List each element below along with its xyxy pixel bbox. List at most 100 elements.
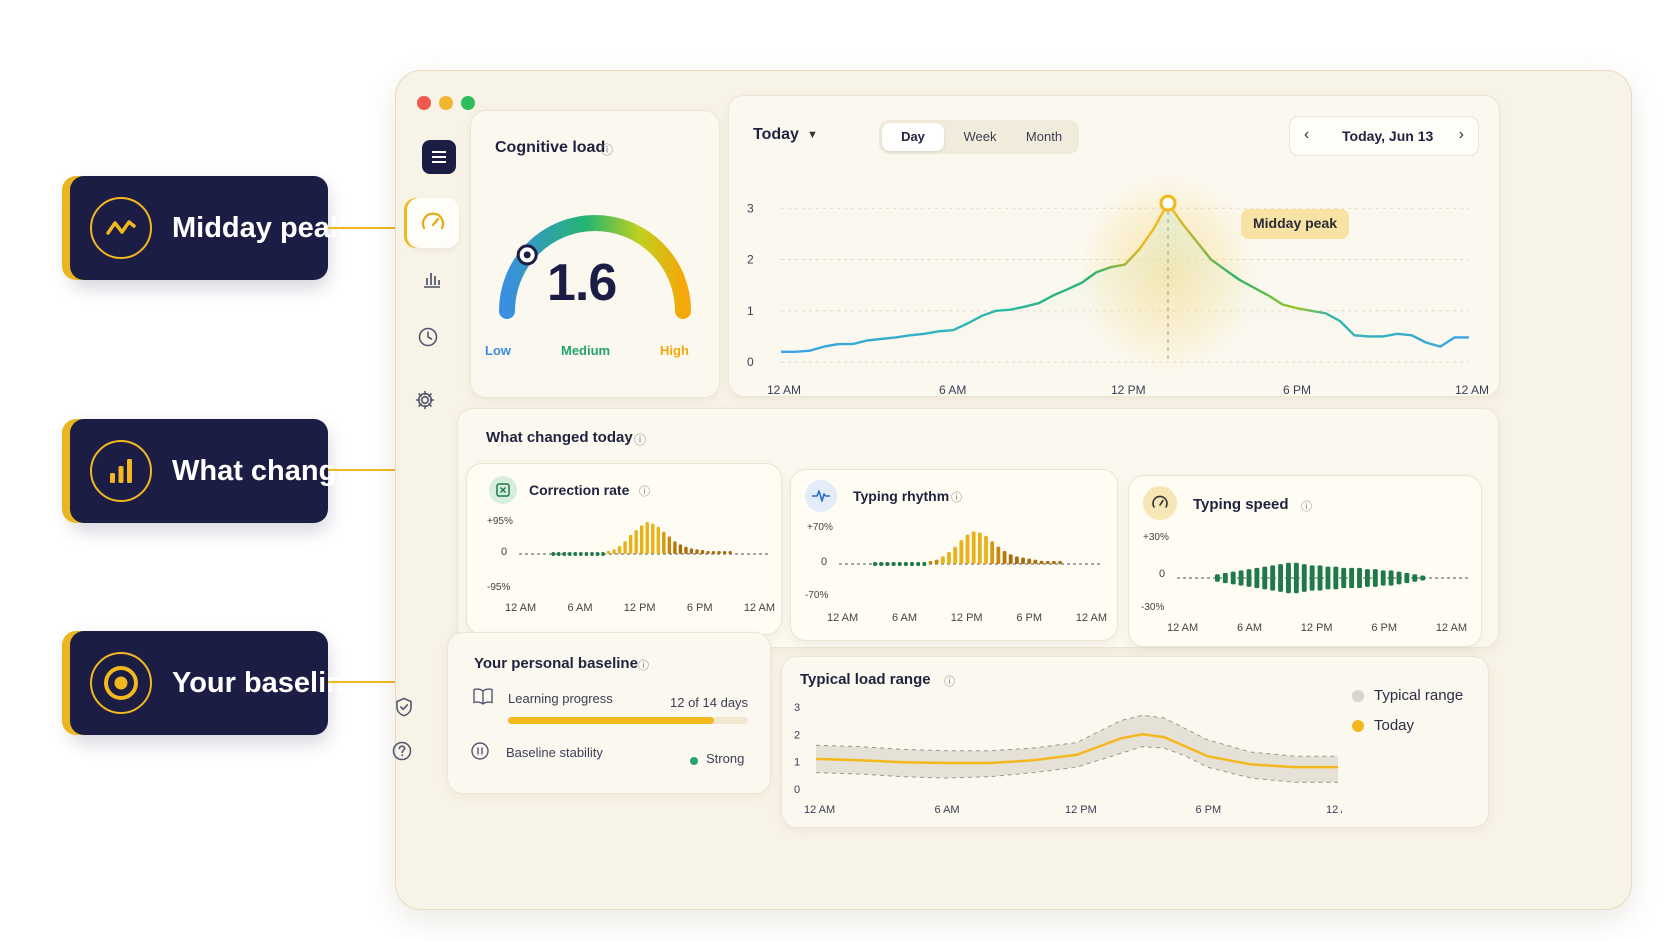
date-navigator: ‹ Today, Jun 13 ›: [1289, 116, 1479, 156]
bar: [879, 562, 884, 566]
legend-typical: Typical range: [1352, 687, 1463, 704]
segment-month[interactable]: Month: [1013, 123, 1075, 151]
y-tick-label: 1: [794, 757, 800, 769]
chevron-right-icon[interactable]: ›: [1459, 126, 1464, 144]
baseline-panel: Your personal baseline ⓘ Learning progre…: [447, 632, 771, 794]
segment-day[interactable]: Day: [882, 123, 944, 151]
cognitive-load-panel: Cognitive load ⓘ 1.6 Low Medium High: [470, 110, 720, 398]
window-minimize-button[interactable]: [439, 96, 453, 110]
x-tick-label: 6 AM: [939, 383, 966, 396]
bar: [1222, 572, 1228, 584]
segment-week[interactable]: Week: [949, 123, 1011, 151]
y-mid-label: 0: [821, 556, 828, 568]
bar: [617, 546, 622, 554]
cognitive-load-title: Cognitive load: [495, 139, 606, 156]
typing-rhythm-card: Typing rhythm ⓘ +70% 0 -70% 12 AM 6 AM 1…: [790, 469, 1118, 641]
bar: [953, 546, 958, 564]
bar-chart-icon[interactable]: [417, 264, 447, 294]
menu-icon[interactable]: [422, 140, 456, 174]
typical-range-chart: 0 1 2 3 12 AM 6 AM 12 PM 6 PM 12 AM: [794, 702, 1342, 816]
bar: [903, 562, 908, 566]
speed-gauge-icon: [1143, 486, 1177, 520]
info-icon[interactable]: ⓘ: [638, 657, 649, 673]
bar: [656, 526, 661, 554]
gauge-icon[interactable]: [407, 198, 459, 248]
y-tick-label: 0: [747, 355, 754, 369]
bar: [1420, 575, 1426, 581]
bar: [1270, 565, 1276, 591]
typing-speed-card: Typing speed ⓘ +30% 0 -30% 12 AM 6 AM 12…: [1128, 475, 1482, 647]
x-tick-label: 12 AM: [767, 383, 801, 396]
learning-progress-value: 12 of 14 days: [670, 695, 749, 710]
bar: [628, 534, 633, 554]
x-tick-label: 6 AM: [891, 612, 918, 624]
pause-circle-icon: [470, 741, 490, 766]
bar: [1301, 564, 1307, 592]
bar: [1039, 560, 1044, 564]
bar: [984, 535, 988, 564]
bar: [1278, 564, 1284, 592]
y-bottom-label: -95%: [487, 582, 511, 593]
segmented-control: Day Week Month: [879, 120, 1079, 154]
bar: [717, 551, 721, 554]
bar: [1317, 565, 1323, 591]
bar: [612, 549, 616, 554]
bar: [584, 552, 589, 556]
info-icon[interactable]: ⓘ: [634, 431, 646, 448]
app-window: Cognitive load ⓘ 1.6 Low Medium High Tod…: [392, 20, 1657, 920]
bar: [940, 556, 945, 564]
bar: [1293, 562, 1299, 594]
chevron-left-icon[interactable]: ‹: [1304, 126, 1309, 144]
gauge-low-label: Low: [485, 343, 511, 358]
card-title: Typing rhythm: [853, 488, 950, 504]
bar: [662, 531, 666, 554]
bar: [1286, 562, 1291, 594]
bar: [1341, 567, 1347, 589]
bar: [1380, 570, 1386, 586]
typing-rhythm-chart: [839, 531, 1101, 566]
info-icon[interactable]: ⓘ: [1301, 498, 1312, 514]
status-dot: [690, 757, 698, 765]
bar: [1014, 556, 1019, 564]
typical-range-band: [816, 715, 1338, 783]
legend-label: Typical range: [1374, 687, 1464, 704]
info-icon[interactable]: ⓘ: [944, 673, 955, 689]
bar: [606, 550, 611, 554]
y-tick-label: 2: [747, 253, 754, 267]
book-icon: [472, 687, 494, 710]
bar: [695, 549, 699, 554]
gear-icon[interactable]: [410, 385, 440, 415]
x-tick-label: 6 PM: [1283, 383, 1311, 396]
y-top-label: +95%: [487, 516, 513, 527]
bar: [916, 562, 921, 566]
legend-today: Today: [1352, 717, 1414, 734]
y-mid-label: 0: [1159, 568, 1166, 580]
bar: [873, 562, 877, 566]
bar: [1357, 567, 1362, 589]
y-tick-label: 0: [794, 784, 800, 796]
info-icon[interactable]: ⓘ: [601, 141, 613, 158]
bar: [579, 552, 583, 556]
clock-icon[interactable]: [413, 322, 443, 352]
bar: [1045, 561, 1050, 564]
shield-icon[interactable]: [389, 692, 419, 722]
pulse-icon: [805, 480, 837, 512]
window-maximize-button[interactable]: [461, 96, 475, 110]
bar: [1349, 567, 1355, 589]
correction-rate-chart: [519, 522, 769, 556]
date-label: Today, Jun 13: [1342, 128, 1434, 144]
legend-swatch: [1352, 689, 1364, 702]
info-icon[interactable]: ⓘ: [639, 483, 650, 499]
period-dropdown[interactable]: Today ▼: [753, 126, 818, 144]
bar: [996, 546, 1001, 564]
window-close-button[interactable]: [417, 96, 431, 110]
info-icon[interactable]: ⓘ: [951, 489, 962, 505]
bar: [1008, 554, 1013, 564]
help-icon[interactable]: [387, 736, 417, 766]
bar: [1309, 565, 1315, 591]
timeline-chart: 0 1 2 3 12 AM 6 AM 12 PM 6 PM 12 AM: [747, 173, 1489, 396]
bar: [1230, 571, 1236, 585]
y-bottom-label: -70%: [805, 590, 829, 601]
bar: [711, 551, 716, 554]
bar: [722, 551, 727, 554]
